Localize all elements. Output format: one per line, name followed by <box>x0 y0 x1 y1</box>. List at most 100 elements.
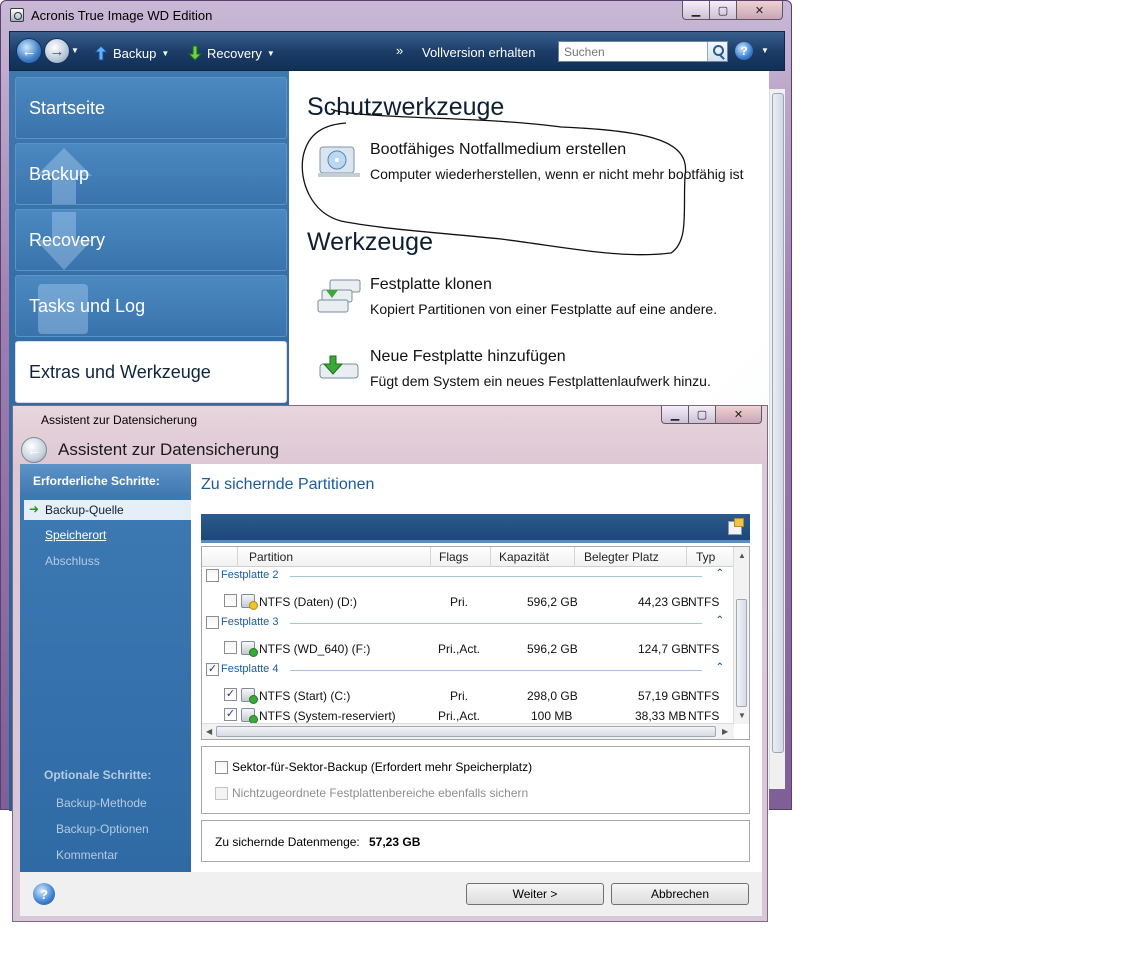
tool-create-rescue-media[interactable]: Bootfähiges Notfallmedium erstellen Comp… <box>316 141 769 193</box>
wizard-back-button[interactable]: ← <box>21 437 47 463</box>
forward-button[interactable]: → <box>44 38 70 64</box>
cell-partition: NTFS (Daten) (D:) <box>259 595 358 609</box>
data-amount-value: 57,23 GB <box>369 835 421 849</box>
scroll-right-arrow-icon[interactable]: ▶ <box>722 727 728 736</box>
cell-partition: NTFS (WD_640) (F:) <box>259 642 371 656</box>
sidebar-item-label: Backup <box>29 163 90 184</box>
scrollbar-thumb[interactable] <box>736 599 747 707</box>
grid-toolbar <box>201 514 750 543</box>
disk-checkbox[interactable]: ✓ <box>206 663 219 676</box>
full-version-link[interactable]: Vollversion erhalten <box>422 45 535 60</box>
scroll-down-arrow-icon[interactable]: ▼ <box>738 711 746 720</box>
minimize-button[interactable]: ▁ <box>661 406 689 424</box>
cancel-button[interactable]: Abbrechen <box>611 883 749 905</box>
table-row[interactable]: ✓ NTFS (System-reserviert) Pri.,Act. 100… <box>202 705 734 725</box>
close-button[interactable]: ✕ <box>737 1 783 20</box>
back-button[interactable]: ← <box>16 38 42 64</box>
properties-icon[interactable] <box>728 518 744 535</box>
cell-partition: NTFS (Start) (C:) <box>259 689 351 703</box>
wizard-steps-panel: Erforderliche Schritte: Backup-Quelle Sp… <box>20 464 191 872</box>
close-button[interactable]: ✕ <box>716 406 762 424</box>
sidebar-item-tasks-und-log[interactable]: Tasks und Log <box>15 275 287 337</box>
tool-clone-disk[interactable]: Festplatte klonen Kopiert Partitionen vo… <box>316 276 769 328</box>
partition-checkbox[interactable] <box>224 641 237 654</box>
partition-checkbox[interactable] <box>224 594 237 607</box>
collapse-chevron-icon[interactable]: ⌃ <box>716 662 724 673</box>
cell-type: NTFS <box>688 709 720 723</box>
cell-used-space: 44,23 GB <box>638 595 689 609</box>
required-steps-header: Erforderliche Schritte: <box>20 464 191 496</box>
step-storage-location[interactable]: Speicherort <box>45 528 106 542</box>
cell-capacity: 596,2 GB <box>527 642 578 656</box>
arrow-left-icon: ← <box>27 442 41 458</box>
option-label: Nichtzugeordnete Festplattenbereiche ebe… <box>232 786 529 800</box>
scrollbar-thumb[interactable] <box>772 93 784 753</box>
cell-flags: Pri.,Act. <box>438 642 481 656</box>
disk-name: Festplatte 4 <box>221 663 279 675</box>
wizard-footer: ? Weiter > Abbrechen <box>20 872 762 916</box>
data-amount-box: Zu sichernde Datenmenge: 57,23 GB <box>201 820 750 862</box>
column-separator <box>574 547 575 567</box>
cell-used-space: 57,19 GB <box>638 689 689 703</box>
tool-description: Kopiert Partitionen von einer Festplatte… <box>370 301 718 317</box>
sidebar-item-recovery[interactable]: Recovery <box>15 209 287 271</box>
column-header-partition[interactable]: Partition <box>249 550 293 564</box>
disk-group-header: ✓ Festplatte 4 ⌃ <box>202 662 734 680</box>
column-header-used-space[interactable]: Belegter Platz <box>584 550 659 564</box>
scroll-up-arrow-icon[interactable]: ▲ <box>738 551 746 560</box>
maximize-button[interactable]: ▢ <box>689 406 716 424</box>
maximize-button[interactable]: ▢ <box>710 1 737 20</box>
cell-capacity: 100 MB <box>531 709 573 723</box>
chevron-down-icon[interactable]: ▼ <box>761 46 769 55</box>
backup-menu-button[interactable]: Backup ▼ <box>94 45 169 61</box>
table-row[interactable]: ✓ NTFS (Start) (C:) Pri. 298,0 GB 57,19 … <box>202 685 734 705</box>
step-backup-source[interactable]: Backup-Quelle <box>24 500 191 520</box>
sector-by-sector-checkbox[interactable] <box>215 760 228 774</box>
column-header-capacity[interactable]: Kapazität <box>499 550 549 564</box>
table-row[interactable]: NTFS (WD_640) (F:) Pri.,Act. 596,2 GB 12… <box>202 638 734 658</box>
content-scrollbar[interactable] <box>769 89 785 789</box>
partition-checkbox[interactable]: ✓ <box>224 688 237 701</box>
sidebar-item-backup[interactable]: Backup <box>15 143 287 205</box>
table-horizontal-scrollbar[interactable]: ◀ ▶ <box>202 723 734 739</box>
disk-checkbox[interactable] <box>206 569 219 582</box>
sidebar-item-label: Recovery <box>29 229 106 250</box>
minimize-button[interactable]: ▁ <box>682 1 710 20</box>
disk-checkbox[interactable] <box>206 616 219 629</box>
search-icon[interactable] <box>707 42 727 61</box>
recovery-menu-label: Recovery <box>207 45 262 61</box>
collapse-chevron-icon[interactable]: ⌃ <box>716 615 724 626</box>
tool-description: Computer wiederherstellen, wenn er nicht… <box>370 166 744 182</box>
column-header-type[interactable]: Typ <box>696 550 715 564</box>
unallocated-space-option: Nichtzugeordnete Festplattenbereiche ebe… <box>215 786 528 800</box>
collapse-chevron-icon[interactable]: ⌃ <box>716 568 724 579</box>
sidebar-item-extras-und-werkzeuge[interactable]: Extras und Werkzeuge <box>15 341 287 403</box>
next-button[interactable]: Weiter > <box>466 883 604 905</box>
unallocated-space-checkbox <box>215 786 228 800</box>
caption-buttons: ▁ ▢ ✕ <box>682 1 783 20</box>
tool-add-new-disk[interactable]: Neue Festplatte hinzufügen Fügt dem Syst… <box>316 348 769 400</box>
column-separator <box>686 547 687 567</box>
backup-options-box: Sektor-für-Sektor-Backup (Erfordert mehr… <box>201 746 750 814</box>
help-button[interactable]: ? <box>33 883 55 905</box>
cell-used-space: 38,33 MB <box>635 709 687 723</box>
chevron-down-icon: ▼ <box>266 48 275 58</box>
scroll-left-arrow-icon[interactable]: ◀ <box>206 727 212 736</box>
column-header-flags[interactable]: Flags <box>439 550 468 564</box>
option-label: Sektor-für-Sektor-Backup (Erfordert mehr… <box>232 760 533 774</box>
data-amount-label: Zu sichernde Datenmenge: <box>215 835 360 849</box>
sidebar-item-startseite[interactable]: Startseite <box>15 77 287 139</box>
table-row[interactable]: NTFS (Daten) (D:) Pri. 596,2 GB 44,23 GB… <box>202 591 734 611</box>
group-divider <box>290 623 702 624</box>
chevron-down-icon: ▼ <box>161 48 170 58</box>
help-button[interactable]: ? <box>735 42 753 60</box>
history-dropdown[interactable]: ▼ <box>71 46 79 55</box>
table-body: Festplatte 2 ⌃ NTFS (Daten) (D:) Pri. 59… <box>202 568 734 724</box>
scrollbar-thumb[interactable] <box>216 726 716 737</box>
table-vertical-scrollbar[interactable]: ▲ ▼ <box>733 547 749 724</box>
sector-by-sector-option[interactable]: Sektor-für-Sektor-Backup (Erfordert mehr… <box>215 760 532 774</box>
partition-checkbox[interactable]: ✓ <box>224 708 237 721</box>
recovery-menu-button[interactable]: Recovery ▼ <box>188 45 275 61</box>
sidebar-item-label: Extras und Werkzeuge <box>29 361 211 382</box>
search-input[interactable] <box>559 42 707 61</box>
